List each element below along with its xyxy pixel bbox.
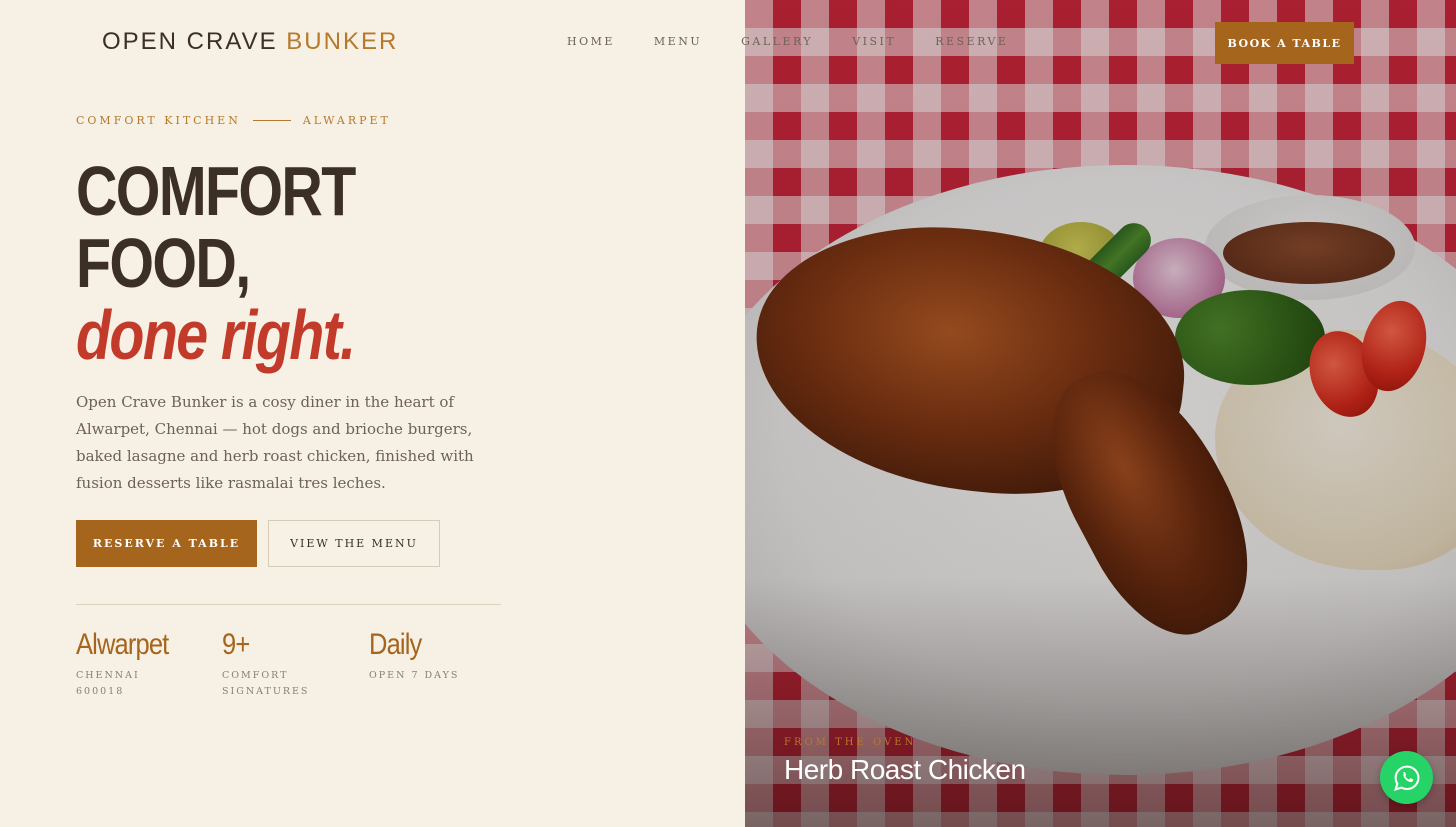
feature-caption: FROM THE OVEN Herb Roast Chicken bbox=[784, 737, 1026, 786]
nav-item-gallery[interactable]: GALLERY bbox=[741, 35, 813, 48]
nav-item-reserve[interactable]: RESERVE bbox=[935, 35, 1008, 48]
stat-hours: Daily OPEN 7 DAYS bbox=[369, 628, 479, 684]
nav-item-menu[interactable]: MENU bbox=[654, 35, 702, 48]
whatsapp-button[interactable] bbox=[1380, 751, 1433, 804]
nav-item-home[interactable]: HOME bbox=[567, 35, 615, 48]
whatsapp-icon bbox=[1393, 765, 1419, 791]
feature-kicker: FROM THE OVEN bbox=[784, 737, 917, 748]
stats-divider bbox=[76, 604, 501, 605]
stat-location: Alwarpet CHENNAI 600018 bbox=[76, 628, 186, 700]
feature-title: Herb Roast Chicken bbox=[784, 754, 1026, 785]
kicker-right: ALWARPET bbox=[302, 114, 391, 127]
hero-kicker: COMFORT KITCHEN ALWARPET bbox=[76, 114, 391, 127]
stat-signatures: 9+ COMFORT SIGNATURES bbox=[222, 628, 332, 700]
hero-headline: COMFORT FOOD, done right. bbox=[76, 152, 356, 374]
image-overlay bbox=[745, 0, 1456, 827]
headline-line-2: FOOD, bbox=[76, 224, 251, 302]
site-logo[interactable]: OPEN CRAVE BUNKER bbox=[102, 28, 398, 56]
view-menu-button[interactable]: VIEW THE MENU bbox=[268, 520, 440, 567]
logo-main: OPEN CRAVE bbox=[102, 28, 287, 55]
stat-label: OPEN 7 DAYS bbox=[369, 670, 460, 681]
kicker-left: COMFORT KITCHEN bbox=[76, 114, 241, 127]
headline-accent: done right. bbox=[76, 296, 356, 374]
stat-value: Daily bbox=[369, 628, 422, 661]
hero-food-image: FROM THE OVEN Herb Roast Chicken bbox=[745, 0, 1456, 827]
stat-label: CHENNAI 600018 bbox=[76, 670, 140, 697]
nav-item-visit[interactable]: VISIT bbox=[852, 35, 896, 48]
book-table-button[interactable]: BOOK A TABLE bbox=[1215, 22, 1354, 64]
stat-label: COMFORT SIGNATURES bbox=[222, 670, 310, 697]
stat-value: Alwarpet bbox=[76, 628, 169, 661]
reserve-table-button[interactable]: RESERVE A TABLE bbox=[76, 520, 257, 567]
main-nav: HOME MENU GALLERY VISIT RESERVE bbox=[567, 35, 1008, 48]
logo-accent: BUNKER bbox=[286, 28, 399, 55]
headline-line-1: COMFORT bbox=[76, 152, 356, 230]
kicker-divider bbox=[252, 120, 291, 121]
stat-value: 9+ bbox=[222, 628, 250, 661]
hero-description: Open Crave Bunker is a cosy diner in the… bbox=[76, 393, 474, 492]
